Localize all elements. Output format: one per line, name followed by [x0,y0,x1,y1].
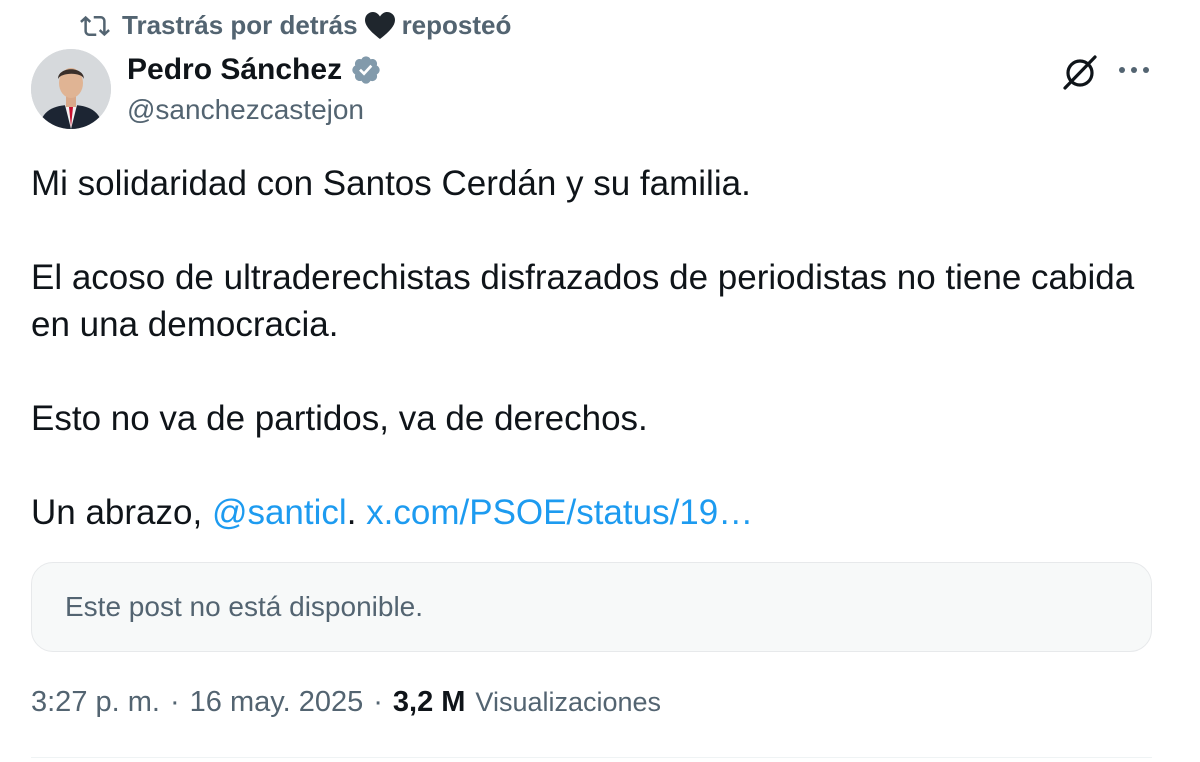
meta-separator: · [373,686,383,718]
quoted-post-unavailable: Este post no está disponible. [31,562,1152,652]
repost-header[interactable]: Trastrás por detrás reposteó [80,10,511,41]
repost-action: reposteó [401,10,512,40]
author-name-row[interactable]: Pedro Sánchez [127,53,382,87]
tweet-paragraph-4: Un abrazo, @santicl. x.com/PSOE/status/1… [31,489,1161,536]
post-time[interactable]: 3:27 p. m. [31,686,160,719]
grok-icon[interactable] [1060,52,1100,92]
mention-period: . [346,493,357,532]
post-container: Trastrás por detrás reposteó Pedro Sánch… [0,0,1200,762]
tweet-paragraph-3: Esto no va de partidos, va de derechos. [31,399,648,438]
post-date[interactable]: 16 may. 2025 [190,686,364,719]
tweet-paragraph-4-prefix: Un abrazo, [31,493,212,532]
status-link[interactable]: x.com/PSOE/status/19… [366,493,753,532]
post-meta: 3:27 p. m. · 16 may. 2025 · 3,2 M Visual… [31,686,661,719]
tweet-text: Mi solidaridad con Santos Cerdán y su fa… [31,160,1161,536]
author-name[interactable]: Pedro Sánchez [127,53,342,87]
views-count[interactable]: 3,2 M [393,686,466,719]
repost-user: Trastrás por detrás [122,10,358,40]
author-handle[interactable]: @sanchezcastejon [127,94,364,126]
avatar[interactable] [31,49,111,129]
tweet-paragraph-1: Mi solidaridad con Santos Cerdán y su fa… [31,164,751,203]
tweet-paragraph-2: El acoso de ultraderechistas disfrazados… [31,258,1135,344]
views-label[interactable]: Visualizaciones [475,687,661,718]
unavailable-message: Este post no está disponible. [65,591,424,622]
divider [31,757,1152,758]
meta-separator: · [169,686,180,718]
verified-badge-icon[interactable] [350,54,382,86]
repost-icon [80,11,110,41]
mention-link[interactable]: @santicl [212,493,347,532]
heart-icon [364,11,396,41]
repost-label: Trastrás por detrás reposteó [122,10,511,41]
more-options-icon[interactable] [1114,55,1154,85]
